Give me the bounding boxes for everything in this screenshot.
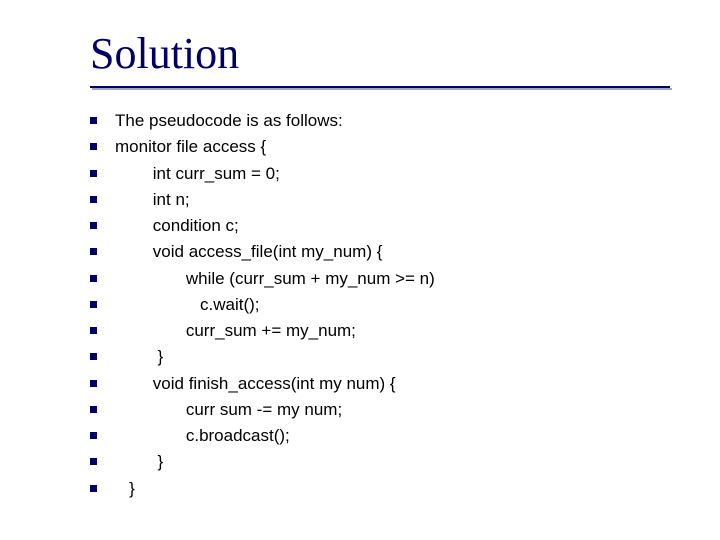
list-item-text: }	[115, 478, 135, 499]
list-item-text: int curr_sum = 0;	[115, 163, 280, 184]
list-item-text: }	[115, 346, 163, 367]
square-bullet-icon	[90, 485, 97, 492]
square-bullet-icon	[90, 380, 97, 387]
list-item-text: void finish_access(int my num) {	[115, 373, 396, 394]
list-item: monitor file access {	[90, 136, 690, 157]
list-item: void finish_access(int my num) {	[90, 373, 690, 394]
list-item-text: condition c;	[115, 215, 239, 236]
list-item-text: c.wait();	[115, 294, 260, 315]
slide-body: The pseudocode is as follows: monitor fil…	[90, 110, 690, 504]
list-item: }	[90, 451, 690, 472]
square-bullet-icon	[90, 170, 97, 177]
list-item: The pseudocode is as follows:	[90, 110, 690, 131]
list-item: c.broadcast();	[90, 425, 690, 446]
list-item: }	[90, 346, 690, 367]
square-bullet-icon	[90, 458, 97, 465]
list-item-text: int n;	[115, 189, 190, 210]
list-item: curr sum -= my num;	[90, 399, 690, 420]
square-bullet-icon	[90, 196, 97, 203]
list-item-text: monitor file access {	[115, 136, 266, 157]
list-item-text: while (curr_sum + my_num >= n)	[115, 268, 435, 289]
list-item-text: The pseudocode is as follows:	[115, 110, 343, 131]
list-item-text: curr_sum += my_num;	[115, 320, 356, 341]
slide-title: Solution	[90, 28, 239, 79]
square-bullet-icon	[90, 432, 97, 439]
list-item-text: curr sum -= my num;	[115, 399, 342, 420]
list-item: int curr_sum = 0;	[90, 163, 690, 184]
list-item: int n;	[90, 189, 690, 210]
title-underline-shadow	[92, 88, 672, 90]
square-bullet-icon	[90, 301, 97, 308]
list-item: void access_file(int my_num) {	[90, 241, 690, 262]
list-item-text: }	[115, 451, 163, 472]
square-bullet-icon	[90, 222, 97, 229]
square-bullet-icon	[90, 406, 97, 413]
square-bullet-icon	[90, 353, 97, 360]
list-item: c.wait();	[90, 294, 690, 315]
list-item-text: c.broadcast();	[115, 425, 290, 446]
list-item: while (curr_sum + my_num >= n)	[90, 268, 690, 289]
list-item-text: void access_file(int my_num) {	[115, 241, 382, 262]
list-item: curr_sum += my_num;	[90, 320, 690, 341]
square-bullet-icon	[90, 327, 97, 334]
list-item: }	[90, 478, 690, 499]
square-bullet-icon	[90, 143, 97, 150]
square-bullet-icon	[90, 275, 97, 282]
slide: Solution The pseudocode is as follows: mo…	[0, 0, 720, 540]
square-bullet-icon	[90, 117, 97, 124]
list-item: condition c;	[90, 215, 690, 236]
square-bullet-icon	[90, 248, 97, 255]
